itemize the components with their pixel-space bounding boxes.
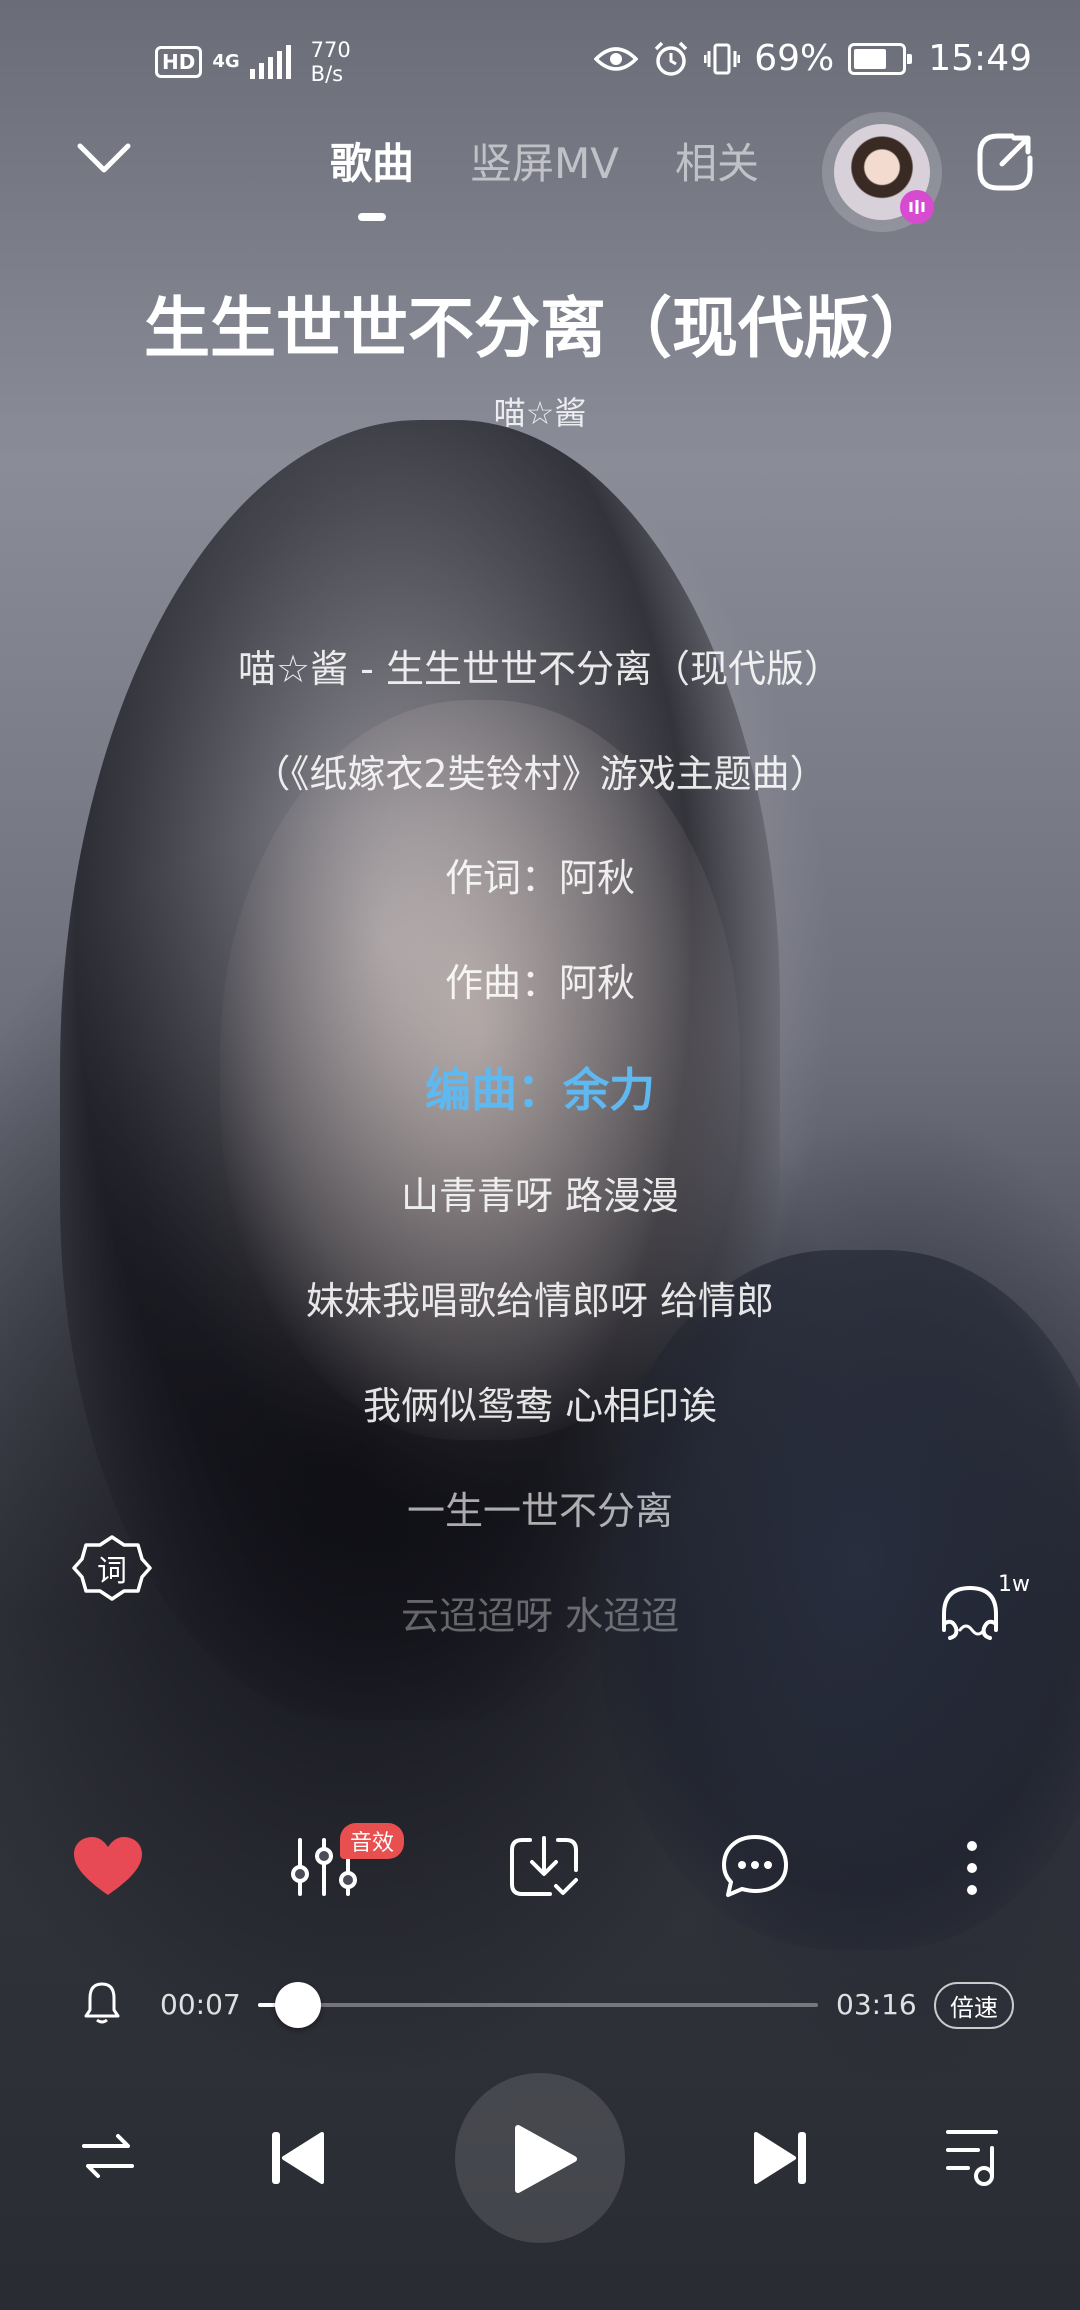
- listen-together-button[interactable]: 1w: [936, 1572, 1030, 1648]
- bell-reminder-icon[interactable]: [82, 1980, 122, 2024]
- alarm-icon: [654, 41, 688, 76]
- more-vertical-icon[interactable]: [962, 1838, 982, 1898]
- vibrate-icon: [704, 43, 741, 74]
- tab-bar: 歌曲 竖屏MV 相关: [330, 130, 759, 221]
- lyric-settings-button[interactable]: 词: [72, 1533, 152, 1603]
- listen-count: 1w: [998, 1572, 1030, 1597]
- hd-badge: HD: [155, 46, 203, 78]
- share-icon[interactable]: [972, 130, 1036, 194]
- collapse-chevron-down-icon[interactable]: [76, 138, 132, 178]
- play-icon[interactable]: [512, 2124, 578, 2194]
- net-speed-unit: B/s: [310, 62, 344, 86]
- status-bar: HD 4G 770 B/s 69% 15:49: [0, 0, 1080, 120]
- battery-percent: 69%: [754, 38, 835, 79]
- status-right: 69% 15:49: [594, 38, 1032, 79]
- lyric-line: 一生一世不分离: [406, 1489, 673, 1533]
- network-type: 4G: [212, 51, 240, 72]
- lyric-button-label: 词: [97, 1554, 127, 1589]
- lyric-line: 妹妹我唱歌给情郎呀 给情郎: [305, 1279, 775, 1323]
- sound-effect-tag: 音效: [340, 1823, 405, 1859]
- lyric-line: 云迢迢呀 水迢迢: [400, 1594, 680, 1638]
- progress-knob[interactable]: [275, 1982, 322, 2028]
- battery-icon: [848, 42, 913, 75]
- comment-icon[interactable]: [720, 1833, 790, 1899]
- clock: 15:49: [928, 38, 1032, 79]
- heart-like-icon[interactable]: [72, 1835, 144, 1899]
- next-track-icon[interactable]: [752, 2128, 808, 2188]
- repeat-order-icon[interactable]: [80, 2128, 136, 2184]
- previous-track-icon[interactable]: [270, 2128, 326, 2188]
- lyric-line: 作曲：阿秋: [444, 961, 635, 1005]
- artist-avatar[interactable]: [822, 112, 942, 232]
- lyric-line-current: 编曲：余力: [425, 1063, 655, 1117]
- tab-vertical-mv[interactable]: 竖屏MV: [470, 130, 619, 191]
- live-audio-badge-icon: [900, 190, 934, 224]
- lyric-line: 山青青呀 路漫漫: [400, 1174, 680, 1218]
- progress-track[interactable]: [258, 2003, 818, 2007]
- song-artist[interactable]: 喵☆酱: [0, 388, 1080, 434]
- status-left: HD 4G 770 B/s: [155, 38, 351, 86]
- tab-related[interactable]: 相关: [675, 130, 759, 191]
- current-time: 00:07: [160, 1988, 241, 2021]
- net-speed: 770 B/s: [311, 38, 351, 86]
- song-title: 生生世世不分离（现代版）: [144, 290, 936, 367]
- lyric-line: 作词：阿秋: [444, 856, 635, 900]
- playback-speed-button[interactable]: 倍速: [934, 1982, 1014, 2029]
- tab-song[interactable]: 歌曲: [330, 130, 414, 221]
- signal-icon: [249, 45, 291, 79]
- lyric-line: 喵☆酱 - 生生世世不分离（现代版）: [238, 647, 842, 691]
- lyric-line: 我俩似鸳鸯 心相印诶: [362, 1384, 718, 1428]
- net-speed-value: 770: [310, 38, 351, 62]
- playlist-icon[interactable]: [944, 2126, 1004, 2188]
- download-icon[interactable]: [508, 1834, 580, 1900]
- total-time: 03:16: [836, 1988, 917, 2021]
- eye-icon: [594, 46, 639, 71]
- lyric-line: （《纸嫁衣2奘铃村》游戏主题曲）: [252, 752, 828, 796]
